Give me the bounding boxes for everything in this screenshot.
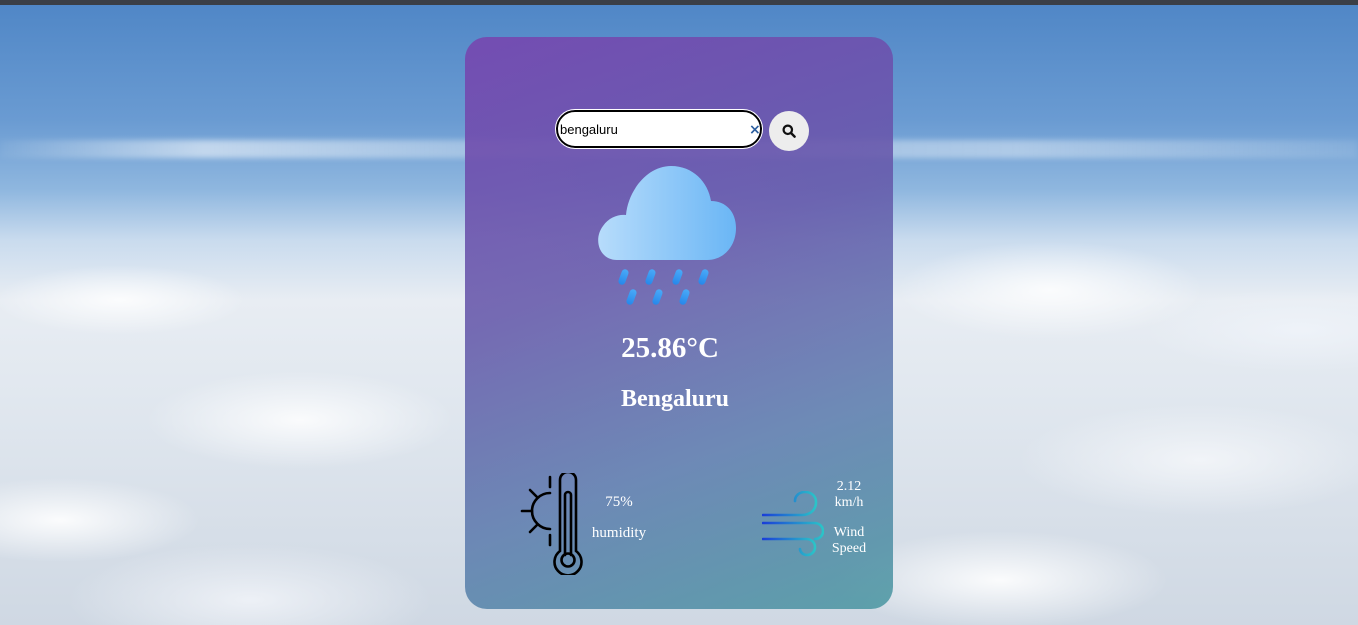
humidity-value: 75% [605,494,633,510]
clear-icon[interactable]: × [749,123,761,137]
wind-speed-value: 2.12 km/h [834,479,864,510]
search-icon [782,124,796,138]
search-input[interactable] [555,109,763,149]
humidity-thermometer-icon [520,473,583,575]
temperature: 25.86°C [621,332,719,364]
rain-cloud-icon [598,166,736,305]
wind-speed-label: Wind Speed [831,525,867,556]
browser-top-bar [0,0,1358,5]
humidity-label: humidity [591,525,647,541]
city-name: Bengaluru [620,386,730,412]
weather-card: × 25.86°C Bengaluru [465,37,893,609]
wind-icon [762,491,824,557]
search-button[interactable] [769,111,809,151]
